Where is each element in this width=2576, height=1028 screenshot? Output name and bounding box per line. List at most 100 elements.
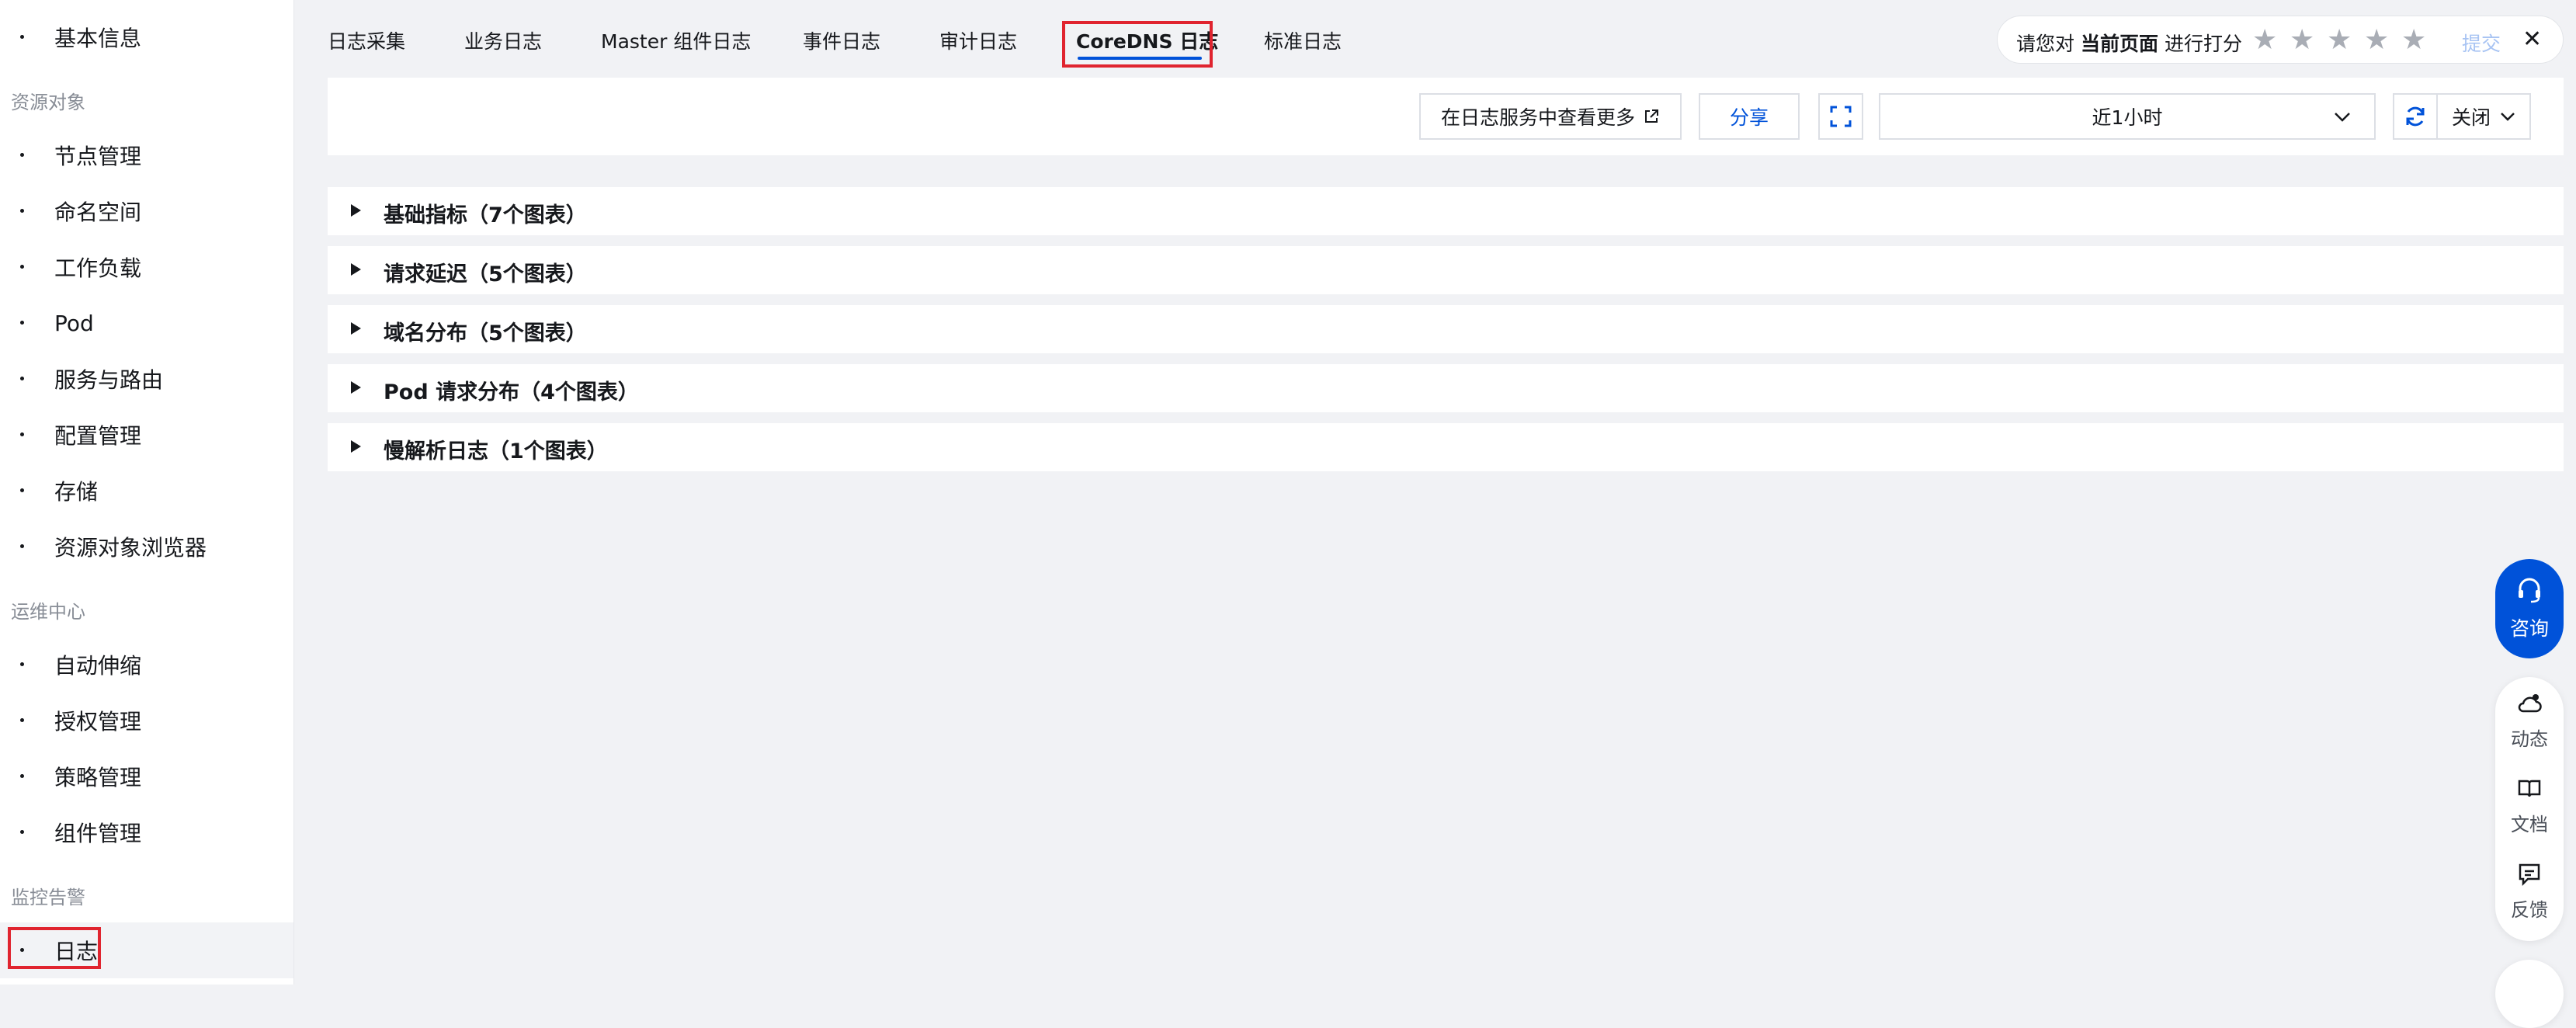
- rating-question: 请您对 当前页面 进行打分: [2016, 29, 2242, 57]
- caret-right-icon: [351, 381, 361, 394]
- view-more-in-log-service-button[interactable]: 在日志服务中查看更多: [1419, 93, 1682, 140]
- highlight-box: [1062, 21, 1213, 68]
- star-icon[interactable]: ★: [2401, 24, 2426, 56]
- sidebar-item-authorization[interactable]: 授权管理: [0, 693, 293, 748]
- sidebar: 基本信息 资源对象 节点管理 命名空间 工作负载 Pod 服务与路由 配置管理 …: [0, 0, 294, 985]
- external-link-icon: [1645, 109, 1658, 123]
- star-icon[interactable]: ★: [2364, 24, 2389, 56]
- sidebar-item-services[interactable]: 服务与路由: [0, 351, 293, 407]
- sidebar-item-label: 配置管理: [54, 423, 142, 449]
- sidebar-item-workloads[interactable]: 工作负载: [0, 239, 293, 295]
- caret-right-icon: [351, 322, 361, 335]
- bullet-icon: [20, 774, 24, 778]
- sidebar-item-policy[interactable]: 策略管理: [0, 748, 293, 804]
- rating-submit-button[interactable]: 提交: [2462, 29, 2501, 57]
- bullet-icon: [20, 321, 24, 325]
- sidebar-item-nodes[interactable]: 节点管理: [0, 127, 293, 183]
- sidebar-item-pod[interactable]: Pod: [0, 295, 293, 351]
- section-request-latency[interactable]: 请求延迟（5个图表）: [328, 246, 2564, 294]
- bullet-icon: [20, 662, 24, 666]
- sidebar-item-label: 服务与路由: [54, 367, 164, 393]
- bullet-icon: [20, 35, 24, 39]
- sidebar-item-basic-info[interactable]: 基本信息: [0, 9, 293, 65]
- sidebar-item-resource-browser[interactable]: 资源对象浏览器: [0, 519, 293, 575]
- sidebar-item-label: 日志: [54, 939, 99, 964]
- star-icon[interactable]: ★: [2252, 24, 2277, 56]
- sidebar-group-title: 资源对象: [11, 92, 85, 113]
- bullet-icon: [20, 209, 24, 213]
- sidebar-item-label: 授权管理: [54, 709, 142, 735]
- bullet-icon: [20, 948, 24, 952]
- toolbar: 在日志服务中查看更多 分享 近1小时 关闭: [328, 78, 2564, 155]
- fullscreen-button[interactable]: [1818, 93, 1863, 140]
- section-title: 请求延迟（5个图表）: [384, 262, 587, 287]
- section-title: 慢解析日志（1个图表）: [384, 439, 608, 464]
- fullscreen-icon: [1830, 106, 1852, 127]
- docs-label: 文档: [2511, 814, 2548, 835]
- sidebar-group-title: 运维中心: [11, 601, 85, 623]
- sidebar-item-namespaces[interactable]: 命名空间: [0, 183, 293, 239]
- sidebar-item-logs[interactable]: 日志: [0, 922, 293, 978]
- star-icon[interactable]: ★: [2327, 24, 2352, 56]
- sidebar-item-label: 组件管理: [54, 821, 142, 846]
- bullet-icon: [20, 153, 24, 157]
- news-button[interactable]: 动态: [2495, 677, 2564, 755]
- section-slow-resolution-logs[interactable]: 慢解析日志（1个图表）: [328, 423, 2564, 471]
- chevron-down-icon: [2501, 113, 2515, 121]
- bullet-icon: [20, 488, 24, 492]
- book-icon: [2518, 780, 2541, 797]
- news-label: 动态: [2511, 728, 2548, 750]
- bullet-icon: [20, 377, 24, 380]
- caret-right-icon: [351, 263, 361, 276]
- section-domain-distribution[interactable]: 域名分布（5个图表）: [328, 305, 2564, 353]
- bullet-icon: [20, 432, 24, 436]
- section-title: 基础指标（7个图表）: [384, 203, 587, 227]
- section-pod-request-distribution[interactable]: Pod 请求分布（4个图表）: [328, 364, 2564, 412]
- feedback-icon: [2519, 863, 2540, 887]
- sidebar-item-storage[interactable]: 存储: [0, 463, 293, 519]
- cloud-icon: [2518, 694, 2542, 713]
- time-range-value: 近1小时: [2092, 106, 2163, 129]
- tab-event-logs[interactable]: 事件日志: [803, 26, 880, 54]
- close-icon[interactable]: ✕: [2522, 26, 2542, 53]
- tab-master-component-logs[interactable]: Master 组件日志: [601, 26, 751, 54]
- sidebar-item-label: 节点管理: [54, 144, 142, 169]
- refresh-icon: [2406, 106, 2425, 127]
- sidebar-item-label: 命名空间: [54, 200, 142, 225]
- tab-business-logs[interactable]: 业务日志: [464, 26, 542, 54]
- auto-refresh-value: 关闭: [2451, 106, 2491, 129]
- section-title: 域名分布（5个图表）: [384, 321, 587, 346]
- feedback-label: 反馈: [2511, 899, 2548, 921]
- bullet-icon: [20, 718, 24, 722]
- feedback-button[interactable]: 反馈: [2495, 848, 2564, 926]
- bullet-icon: [20, 265, 24, 269]
- sidebar-item-config[interactable]: 配置管理: [0, 407, 293, 463]
- floating-toolbar: 动态 文档 反馈: [2495, 677, 2564, 941]
- sidebar-item-label: 存储: [54, 479, 99, 505]
- sidebar-item-autoscaling[interactable]: 自动伸缩: [0, 637, 293, 693]
- tab-standard-logs[interactable]: 标准日志: [1264, 26, 1342, 54]
- section-basic-metrics[interactable]: 基础指标（7个图表）: [328, 187, 2564, 235]
- sidebar-item-label: 基本信息: [54, 26, 142, 51]
- rating-bold: 当前页面: [2080, 33, 2158, 55]
- floating-extra-button[interactable]: [2495, 960, 2564, 1028]
- docs-button[interactable]: 文档: [2495, 762, 2564, 840]
- sidebar-item-label: 自动伸缩: [54, 653, 142, 679]
- refresh-button[interactable]: [2393, 93, 2438, 140]
- tab-log-collection[interactable]: 日志采集: [328, 26, 405, 54]
- chevron-down-icon: [2335, 113, 2350, 122]
- sidebar-item-label: 工作负载: [54, 255, 142, 281]
- consult-label: 咨询: [2509, 617, 2549, 640]
- view-more-label: 在日志服务中查看更多: [1440, 106, 1635, 129]
- headset-icon: [2519, 578, 2540, 603]
- consult-button[interactable]: 咨询: [2495, 559, 2564, 658]
- sidebar-group-title: 监控告警: [11, 887, 85, 908]
- caret-right-icon: [351, 440, 361, 453]
- rating-suffix: 进行打分: [2164, 33, 2242, 55]
- sidebar-item-components[interactable]: 组件管理: [0, 804, 293, 860]
- share-button[interactable]: 分享: [1699, 93, 1800, 140]
- auto-refresh-select[interactable]: 关闭: [2436, 93, 2531, 140]
- tab-audit-logs[interactable]: 审计日志: [939, 26, 1017, 54]
- star-icon[interactable]: ★: [2290, 24, 2314, 56]
- time-range-select[interactable]: 近1小时: [1879, 93, 2376, 140]
